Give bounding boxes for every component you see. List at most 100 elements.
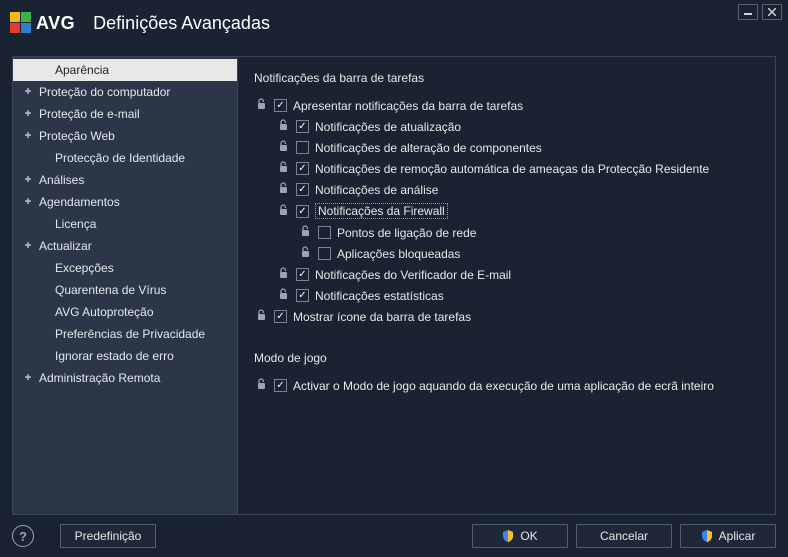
- sidebar-item-label: Excepções: [55, 260, 114, 276]
- lock-icon: [276, 182, 290, 197]
- lock-icon: [254, 309, 268, 324]
- checkbox[interactable]: ✓: [296, 120, 309, 133]
- minimize-button[interactable]: [738, 4, 758, 20]
- sidebar-item-label: Proteção Web: [39, 128, 115, 144]
- sidebar-item-14[interactable]: ✚Administração Remota: [13, 367, 237, 389]
- apply-button[interactable]: Aplicar: [680, 524, 776, 548]
- expand-icon: ✚: [23, 241, 33, 251]
- lock-icon: [298, 246, 312, 261]
- ok-button-label: OK: [520, 529, 537, 543]
- sidebar-item-label: Aparência: [55, 62, 109, 78]
- expand-icon: ✚: [23, 197, 33, 207]
- option-row-0: ✓ Apresentar notificações da barra de tar…: [254, 95, 759, 116]
- shield-icon: [502, 530, 514, 542]
- avg-square-icon: [10, 12, 32, 34]
- option-row-8: ✓ Notificações do Verificador de E-mail: [276, 264, 759, 285]
- option-label: Notificações do Verificador de E-mail: [315, 268, 511, 282]
- checkbox[interactable]: [318, 247, 331, 260]
- lock-icon: [254, 98, 268, 113]
- sidebar-item-label: Proteção do computador: [39, 84, 170, 100]
- sidebar-item-label: Agendamentos: [39, 194, 120, 210]
- option-row-7: Aplicações bloqueadas: [298, 243, 759, 264]
- default-button-label: Predefinição: [75, 529, 142, 543]
- sidebar-item-label: Análises: [39, 172, 84, 188]
- sidebar-item-10[interactable]: Quarentena de Vírus: [13, 279, 237, 301]
- option-row-1: ✓ Notificações de atualização: [276, 116, 759, 137]
- option-label: Notificações de remoção automática de am…: [315, 162, 709, 176]
- sidebar-item-12[interactable]: Preferências de Privacidade: [13, 323, 237, 345]
- cancel-button[interactable]: Cancelar: [576, 524, 672, 548]
- minimize-icon: [743, 8, 753, 16]
- cancel-button-label: Cancelar: [600, 529, 648, 543]
- sidebar-item-0[interactable]: Aparência: [13, 59, 237, 81]
- expand-icon: ✚: [23, 87, 33, 97]
- lock-icon: [276, 204, 290, 219]
- checkbox[interactable]: ✓: [274, 99, 287, 112]
- option-row-10: ✓ Mostrar ícone da barra de tarefas: [254, 306, 759, 327]
- sidebar-item-label: Protecção de Identidade: [55, 150, 185, 166]
- ok-button[interactable]: OK: [472, 524, 568, 548]
- expand-icon: ✚: [23, 131, 33, 141]
- sidebar-item-3[interactable]: ✚ Proteção Web: [13, 125, 237, 147]
- sidebar-item-label: AVG Autoproteção: [55, 304, 154, 320]
- sidebar-item-1[interactable]: ✚ Proteção do computador: [13, 81, 237, 103]
- option-label: Notificações de atualização: [315, 120, 461, 134]
- lock-icon: [276, 119, 290, 134]
- close-button[interactable]: [762, 4, 782, 20]
- checkbox[interactable]: ✓: [296, 162, 309, 175]
- sidebar-item-5[interactable]: ✚ Análises: [13, 169, 237, 191]
- sidebar-item-6[interactable]: ✚ Agendamentos: [13, 191, 237, 213]
- footer: ? Predefinição OK Cancelar Aplicar: [0, 515, 788, 557]
- lock-icon: [276, 267, 290, 282]
- sidebar-item-label: Proteção de e-mail: [39, 106, 140, 122]
- option-label: Activar o Modo de jogo aquando da execuç…: [293, 379, 714, 393]
- option-label: Notificações de alteração de componentes: [315, 141, 542, 155]
- sidebar-item-13[interactable]: Ignorar estado de erro: [13, 345, 237, 367]
- option-row-9: ✓Notificações estatísticas: [276, 285, 759, 306]
- default-button[interactable]: Predefinição: [60, 524, 156, 548]
- option-label: Pontos de ligação de rede: [337, 226, 476, 240]
- checkbox[interactable]: ✓: [296, 205, 309, 218]
- sidebar-item-label: Administração Remota: [39, 370, 160, 386]
- sidebar-item-label: Licença: [55, 216, 96, 232]
- option-row-2: Notificações de alteração de componentes: [276, 137, 759, 158]
- sidebar-item-2[interactable]: ✚ Proteção de e-mail: [13, 103, 237, 125]
- sidebar-item-label: Actualizar: [39, 238, 92, 254]
- window-controls: [738, 4, 782, 20]
- lock-icon: [254, 378, 268, 393]
- checkbox[interactable]: ✓: [296, 268, 309, 281]
- option-label: Mostrar ícone da barra de tarefas: [293, 310, 471, 324]
- sidebar-item-label: Ignorar estado de erro: [55, 348, 174, 364]
- sidebar-item-11[interactable]: AVG Autoproteção: [13, 301, 237, 323]
- titlebar: AVG Definições Avançadas: [0, 0, 788, 46]
- option-row-3: ✓ Notificações de remoção automática de a…: [276, 158, 759, 179]
- checkbox[interactable]: [318, 226, 331, 239]
- checkbox[interactable]: [296, 141, 309, 154]
- option-label: Aplicações bloqueadas: [337, 247, 460, 261]
- expand-icon: ✚: [23, 175, 33, 185]
- sidebar-item-8[interactable]: ✚ Actualizar: [13, 235, 237, 257]
- option-label: Apresentar notificações da barra de tare…: [293, 99, 523, 113]
- apply-button-label: Aplicar: [719, 529, 756, 543]
- section-title-game-mode: Modo de jogo: [254, 351, 759, 365]
- expand-icon: ✚: [23, 109, 33, 119]
- checkbox[interactable]: ✓: [274, 310, 287, 323]
- lock-icon: [276, 288, 290, 303]
- option-label: Notificações de análise: [315, 183, 438, 197]
- help-button[interactable]: ?: [12, 525, 34, 547]
- sidebar-item-4[interactable]: Protecção de Identidade: [13, 147, 237, 169]
- lock-icon: [276, 140, 290, 155]
- sidebar-item-7[interactable]: Licença: [13, 213, 237, 235]
- option-row-5: ✓ Notificações da Firewall: [276, 200, 759, 222]
- logo-text: AVG: [36, 13, 75, 34]
- sidebar: Aparência ✚ Proteção do computador ✚ Proteçã…: [12, 56, 238, 515]
- option-row-6: Pontos de ligação de rede: [298, 222, 759, 243]
- window-title: Definições Avançadas: [93, 13, 270, 34]
- option-label: Notificações da Firewall: [315, 203, 448, 219]
- checkbox[interactable]: ✓: [296, 289, 309, 302]
- shield-icon: [701, 530, 713, 542]
- checkbox-game-mode[interactable]: ✓: [274, 379, 287, 392]
- sidebar-item-9[interactable]: Excepções: [13, 257, 237, 279]
- checkbox[interactable]: ✓: [296, 183, 309, 196]
- sidebar-item-label: Quarentena de Vírus: [55, 282, 166, 298]
